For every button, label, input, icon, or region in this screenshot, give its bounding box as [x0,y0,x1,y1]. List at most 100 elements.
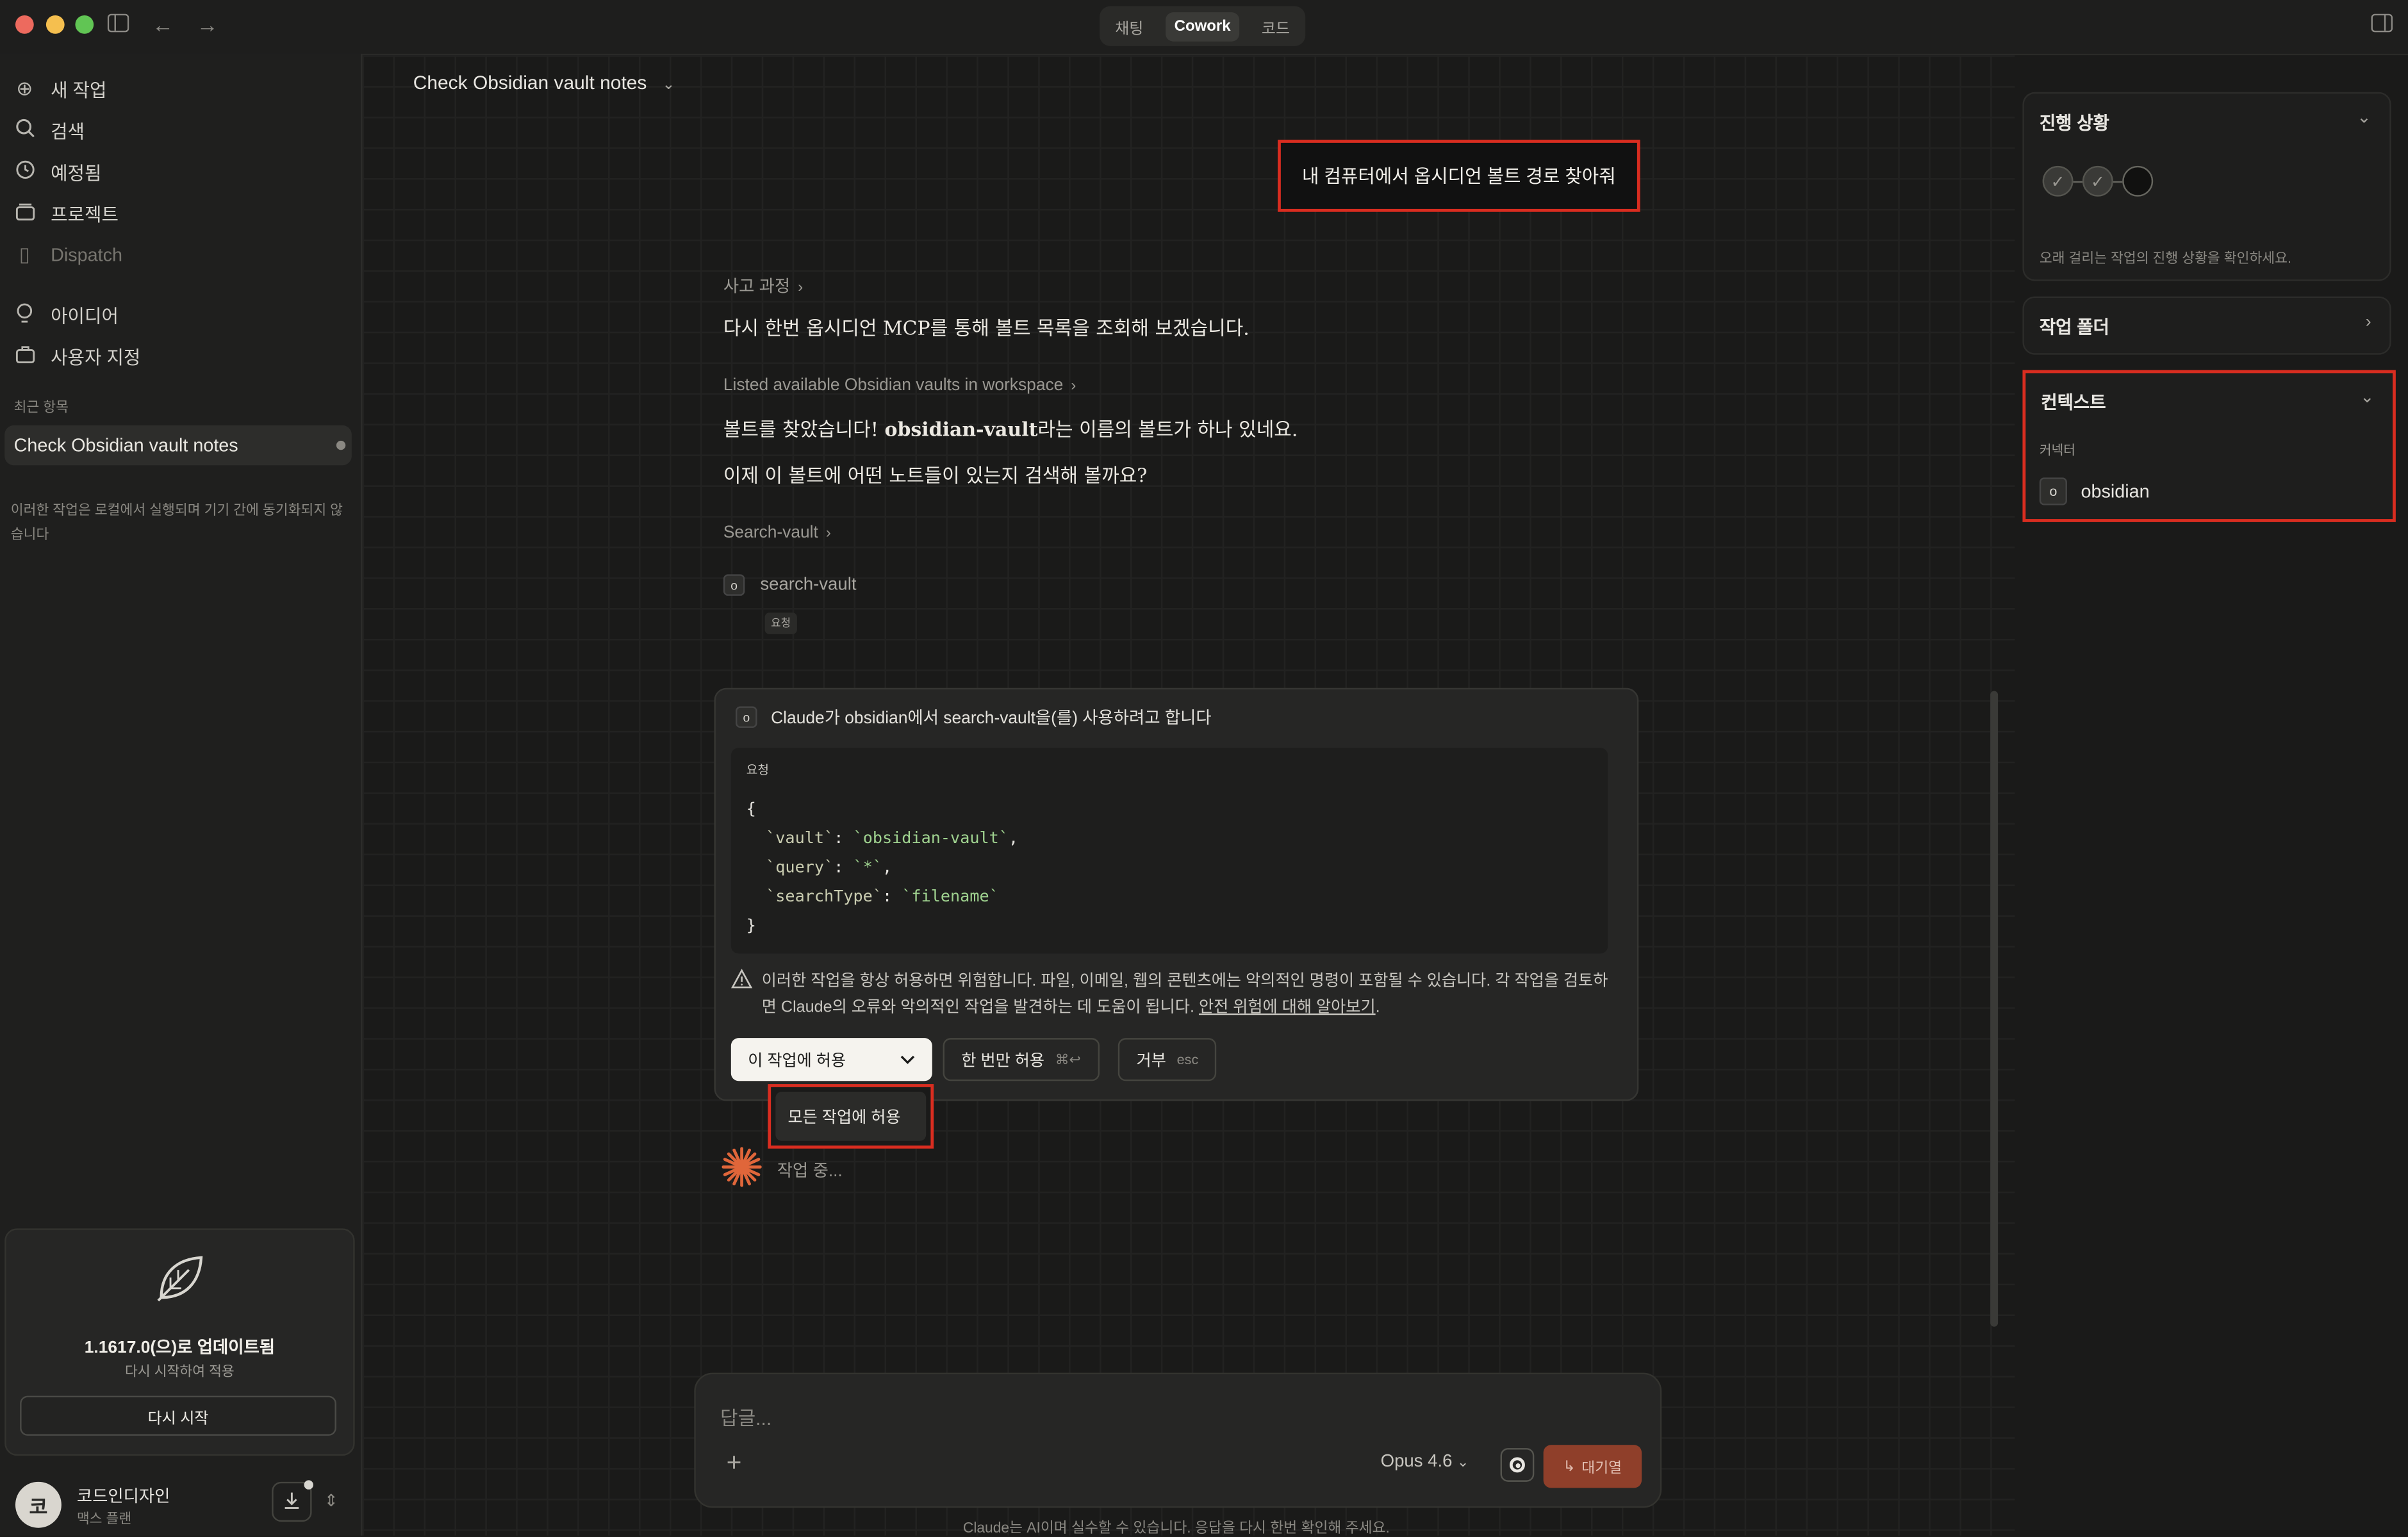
thinking-text: 다시 한번 옵시디언 MCP를 통해 볼트 목록을 조회해 보겠습니다. [723,316,1249,340]
avatar: 코 [15,1481,62,1528]
chevron-down-icon: ⌄ [1457,1454,1469,1470]
thinking-toggle[interactable]: 사고 과정 › [723,274,803,298]
allow-scope-select[interactable]: 이 작업에 허용 [730,1038,932,1081]
phone-icon: ▯ [19,242,30,266]
allow-scope-dropdown: 모든 작업에 허용 [768,1084,934,1149]
work-folder-card[interactable]: 작업 폴더 › [2022,296,2391,355]
plus-icon: ⊕ [16,76,33,100]
chat-title[interactable]: Check Obsidian vault notes ⌄ [413,72,675,94]
search-icon [12,119,37,143]
user-profile[interactable]: 코 코드인디자인 맥스 플랜 ⇕ [0,1474,361,1536]
deny-button[interactable]: 거부 esc [1117,1038,1217,1081]
progress-card: 진행 상황 ⌄ ✓ ✓ 오래 걸리는 작업의 진행 상황을 확인하세요. [2022,92,2391,281]
step-done-check-icon: ✓ [2082,165,2113,197]
safety-warning: 이러한 작업을 항상 허용하면 위험합니다. 파일, 이메일, 웹의 콘텐츠에는… [731,968,1622,1019]
tool-step-label: Listed available Obsidian vaults in work… [723,376,1064,395]
warning-icon [731,968,753,996]
chevron-right-icon: › [1071,377,1076,395]
sidebar: ⊕ 새 작업 검색 예정됨 프로젝트 ▯ Dispatch 아이디어 사용자 지… [0,53,363,1536]
request-tag: 요청 [764,612,797,634]
search-step-toggle[interactable]: Search-vault › [723,523,831,542]
status-dot-icon [336,440,346,450]
sidebar-item-customize[interactable]: 사용자 지정 [12,341,140,372]
sidebar-item-scheduled[interactable]: 예정됨 [12,156,101,187]
right-panel-toggle-icon[interactable] [2371,13,2393,36]
clock-icon [12,160,37,184]
progress-title: 진행 상황 [2039,115,2109,134]
folder-icon [12,202,37,225]
progress-note: 오래 걸리는 작업의 진행 상황을 확인하세요. [2039,250,2291,266]
tab-cowork[interactable]: Cowork [1165,11,1240,41]
vault-name: obsidian-vault [884,417,1038,441]
sidebar-item-ideas[interactable]: 아이디어 [12,299,119,330]
restart-button[interactable]: 다시 시작 [20,1395,336,1436]
sidebar-item-label: Dispatch [51,244,122,266]
maximize-window-button[interactable] [75,15,94,34]
tool-name: search-vault [760,575,857,595]
shortcut-hint: ⌘↩ [1055,1051,1081,1067]
allow-once-button[interactable]: 한 번만 허용 ⌘↩ [943,1038,1100,1081]
user-message: 내 컴퓨터에서 옵시디언 볼트 경로 찾아줘 [1278,140,1640,212]
queue-button[interactable]: ↳ 대기열 [1543,1445,1642,1488]
obsidian-icon: o [2039,477,2067,505]
model-selector[interactable]: Opus 4.6 ⌄ [1381,1452,1469,1471]
step-done-check-icon: ✓ [2042,165,2074,197]
close-window-button[interactable] [15,15,34,34]
chevron-down-icon[interactable]: ⌄ [2357,108,2371,127]
sidebar-item-projects[interactable]: 프로젝트 [12,198,119,229]
sidebar-item-label: 프로젝트 [51,203,119,226]
allow-all-option[interactable]: 모든 작업에 허용 [775,1092,927,1141]
tab-code[interactable]: 코드 [1253,8,1299,44]
next-step-text: 이제 이 볼트에 어떤 노트들이 있는지 검색해 볼까요? [723,463,1148,487]
minimize-window-button[interactable] [45,15,65,34]
forward-arrow-icon[interactable]: → [197,14,219,36]
connector-obsidian[interactable]: o obsidian [2039,477,2150,505]
recent-item[interactable]: Check Obsidian vault notes [4,425,352,466]
chevron-right-icon: › [2365,313,2371,332]
sidebar-item-new-task[interactable]: ⊕ 새 작업 [12,74,106,104]
context-title: 컨텍스트 [2041,394,2106,413]
sidebar-item-search[interactable]: 검색 [12,115,85,146]
recent-item-label: Check Obsidian vault notes [13,434,238,456]
working-label: 작업 중... [777,1162,843,1180]
permission-card: o Claude가 obsidian에서 search-vault을(를) 사용… [714,687,1639,1101]
request-code: { `vault`: `obsidian-vault`, `query`: `*… [746,800,1019,935]
back-arrow-icon[interactable]: ← [152,14,174,36]
update-title: 1.1617.0(으)로 업데이트됨 [84,1338,276,1358]
chat-scrollbar[interactable] [1990,691,1999,1327]
update-card: 1.1617.0(으)로 업데이트됨 다시 시작하여 적용 다시 시작 [4,1228,355,1456]
mode-switcher: 채팅 Cowork 코드 [1100,6,1306,46]
record-icon [1509,1457,1525,1473]
connectors-label: 커넥터 [2039,442,2076,458]
chevron-down-icon [900,1050,915,1069]
right-panel: 진행 상황 ⌄ ✓ ✓ 오래 걸리는 작업의 진행 상황을 확인하세요. 작업 … [2015,55,2408,1536]
chevron-up-down-icon[interactable]: ⇕ [324,1491,338,1511]
safety-risk-link[interactable]: 안전 위험에 대해 알아보기 [1199,998,1376,1016]
composer: 답글... + Opus 4.6 ⌄ ↳ 대기열 [694,1372,1662,1508]
chevron-down-icon: ⌄ [662,76,675,94]
tool-call-row[interactable]: o search-vault [723,574,857,596]
sidebar-toggle-icon[interactable] [107,13,129,36]
local-sync-note: 이러한 작업은 로컬에서 실행되며 기기 간에 동기화되지 않습니다 [10,502,343,543]
add-attachment-icon[interactable]: + [727,1448,742,1479]
briefcase-icon [12,345,37,368]
user-name: 코드인디자인 [76,1488,170,1507]
main-content: Check Obsidian vault notes ⌄ 내 컴퓨터에서 옵시디언… [362,55,2015,1537]
update-subtitle: 다시 시작하여 적용 [125,1363,235,1379]
tab-chat[interactable]: 채팅 [1106,8,1153,44]
work-folder-title: 작업 폴더 [2039,319,2109,338]
chat-title-label: Check Obsidian vault notes [413,72,647,94]
lightbulb-icon [12,302,37,328]
reply-input[interactable]: 답글... [720,1402,771,1431]
sidebar-item-dispatch[interactable]: ▯ Dispatch [12,240,122,270]
sidebar-item-label: 예정됨 [51,161,102,184]
tool-step-toggle[interactable]: Listed available Obsidian vaults in work… [723,376,1076,395]
thinking-label: 사고 과정 [723,277,791,297]
sidebar-item-label: 검색 [51,120,85,142]
voice-record-button[interactable] [1500,1448,1535,1482]
sidebar-item-label: 새 작업 [51,79,107,101]
chevron-down-icon[interactable]: ⌄ [2360,387,2374,407]
chevron-right-icon: › [798,279,804,297]
sidebar-item-label: 아이디어 [51,304,119,327]
context-card: 컨텍스트 ⌄ 커넥터 o obsidian [2022,370,2396,522]
